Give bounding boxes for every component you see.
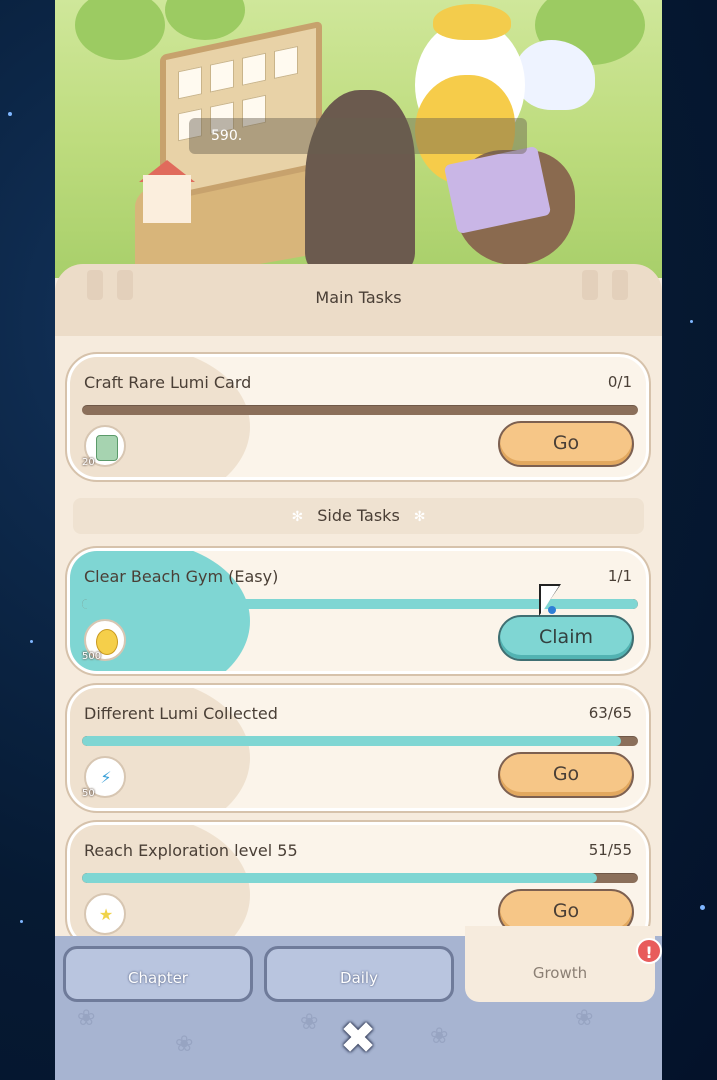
close-button[interactable]: ✖ (337, 1017, 379, 1061)
go-button[interactable]: Go (498, 421, 634, 467)
paw-icon: ❀ (175, 1032, 194, 1057)
task-progress-text: 63/65 (588, 704, 632, 722)
progress-fill (82, 873, 598, 883)
task-title: Reach Exploration level 55 (84, 841, 298, 860)
progress-bar (82, 873, 638, 883)
tree-decoration (165, 0, 245, 40)
side-tasks-title: Side Tasks (317, 506, 400, 525)
side-tasks-header: ✻ Side Tasks ✻ (73, 498, 644, 534)
task-card: Different Lumi Collected 63/65 ⚡ 50 Go (65, 683, 651, 813)
progress-bar (82, 405, 638, 415)
card-slot (274, 45, 298, 79)
tab-chapter[interactable]: Chapter (63, 946, 253, 1002)
cursor-click-dot (548, 606, 556, 614)
go-button[interactable]: Go (498, 752, 634, 798)
lightning-icon: ⚡ (100, 768, 112, 787)
mailbox-house (143, 175, 191, 223)
task-card: Craft Rare Lumi Card 0/1 20 Go (65, 352, 651, 482)
sparkle-icon: ✻ (291, 509, 304, 525)
paw-icon: ❀ (300, 1010, 319, 1035)
banner-counter: 590. (189, 118, 527, 154)
tab-growth[interactable]: Growth (465, 926, 655, 1002)
progress-fill (82, 736, 621, 746)
claim-button[interactable]: Claim (498, 615, 634, 661)
star-icon: ★ (98, 905, 114, 924)
main-tasks-title: Main Tasks (315, 288, 402, 307)
task-title: Different Lumi Collected (84, 704, 278, 723)
paw-icon: ❀ (575, 1006, 594, 1031)
task-title: Clear Beach Gym (Easy) (84, 567, 279, 586)
card-slot (178, 66, 202, 100)
tree-trunk (305, 90, 415, 270)
reward-badge: ⚡ 50 (82, 756, 126, 799)
star-icon (700, 905, 705, 910)
card-icon (96, 435, 118, 461)
alert-badge: ! (636, 938, 662, 964)
paw-icon: ❀ (430, 1024, 449, 1049)
banner-illustration: 590. (55, 0, 662, 278)
pelican-hat (433, 4, 511, 40)
task-progress-text: 51/55 (588, 841, 632, 859)
reward-badge: 20 (82, 425, 126, 468)
task-card: Clear Beach Gym (Easy) 1/1 500 Claim (65, 546, 651, 676)
card-slot (242, 52, 266, 86)
reward-amount: 50 (82, 788, 95, 799)
star-icon (8, 112, 12, 116)
star-icon (30, 640, 33, 643)
star-icon (690, 320, 693, 323)
progress-bar (82, 736, 638, 746)
task-progress-text: 1/1 (607, 567, 632, 585)
tree-decoration (75, 0, 165, 60)
card-slot (210, 59, 234, 93)
reward-amount: 20 (82, 457, 95, 468)
star-icon (20, 920, 23, 923)
paw-icon: ❀ (77, 1006, 96, 1031)
reward-badge: ★ (84, 893, 126, 935)
tab-daily[interactable]: Daily (264, 946, 454, 1002)
task-title: Craft Rare Lumi Card (84, 373, 252, 392)
task-panel-screen: 590. Main Tasks Craft Rare Lumi Card 0/1… (55, 0, 662, 1080)
task-progress-text: 0/1 (607, 373, 632, 391)
reward-amount: 500 (82, 651, 102, 662)
sparkle-icon: ✻ (413, 509, 426, 525)
reward-badge: 500 (82, 619, 126, 662)
